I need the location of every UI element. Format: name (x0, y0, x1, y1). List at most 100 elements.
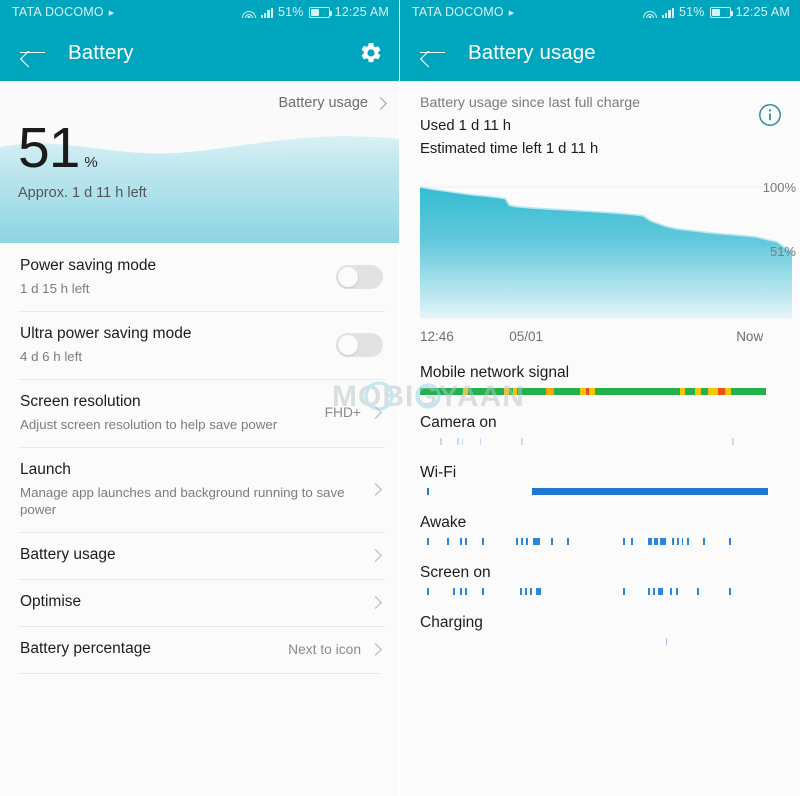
timeline-row: Charging (400, 605, 800, 645)
battery-percent-symbol: % (84, 154, 98, 171)
battery-percent-value: 51 (18, 116, 80, 180)
timeline-tick (658, 588, 664, 595)
timeline-tick (533, 538, 541, 545)
battery-percent-display: 51 % (18, 116, 98, 180)
timeline-label: Mobile network signal (420, 364, 570, 381)
settings-row-text: Ultra power saving mode 4 d 6 h left (20, 324, 336, 366)
info-icon[interactable] (758, 103, 782, 127)
battery-time-left: Approx. 1 d 11 h left (18, 185, 147, 201)
timeline-track (400, 588, 800, 595)
timeline-tick (566, 538, 569, 545)
timeline-tick (732, 438, 735, 445)
toggle-knob (338, 334, 358, 355)
settings-row[interactable]: Battery usage (0, 532, 399, 579)
timeline-label: Wi-Fi (420, 464, 457, 481)
chart-x-tick-label: 12:46 (420, 329, 454, 344)
timeline-tick (427, 488, 430, 495)
timeline-tick (530, 588, 532, 595)
settings-toggle[interactable] (336, 332, 383, 357)
toggle-knob (338, 266, 358, 287)
carrier-name-right: TATA DOCOMO (412, 5, 504, 19)
chevron-right-icon (369, 406, 382, 420)
page-title: Battery (68, 40, 134, 64)
battery-discharge-chart: 100% 51% 12:46 05/01 Now (400, 177, 800, 349)
timeline-segment (700, 388, 709, 395)
chart-y-label-top: 100% (763, 180, 797, 195)
timeline-tick (524, 588, 527, 595)
settings-toggle[interactable] (336, 264, 383, 289)
timeline-segment (546, 388, 554, 395)
timeline-tick (702, 538, 705, 545)
status-clock: 12:25 AM (334, 5, 389, 19)
timeline-tick (622, 538, 625, 545)
timeline-tick (550, 538, 553, 545)
timeline-label: Screen on (420, 564, 491, 581)
timeline-tick (479, 438, 481, 445)
settings-row-subtitle: 4 d 6 h left (20, 348, 83, 364)
timeline-tick (631, 538, 634, 545)
timeline-track (400, 388, 800, 395)
settings-row[interactable]: Power saving mode 1 d 15 h left (0, 243, 399, 311)
settings-row-title: Battery percentage (20, 640, 151, 658)
status-battery-percent-right: 51% (678, 5, 705, 19)
timeline-tick (521, 438, 524, 445)
timeline-tick (728, 538, 731, 545)
timeline-segment (594, 388, 681, 395)
carrier-label-group: TATA DOCOMO ▸ (12, 5, 115, 19)
chevron-right-icon (369, 483, 382, 496)
settings-row-subtitle: Adjust screen resolution to help save po… (20, 416, 278, 432)
timeline-tick (536, 588, 542, 595)
timeline-segment (553, 388, 580, 395)
timeline-segment (467, 388, 504, 395)
usage-estimate-line: Estimated time left 1 d 11 h (420, 141, 599, 157)
settings-row-text: Battery percentage (20, 639, 288, 660)
timeline-tick (653, 538, 659, 545)
settings-row[interactable]: Screen resolution Adjust screen resolutio… (0, 378, 399, 447)
timeline-tick (521, 538, 524, 545)
back-arrow-icon[interactable] (20, 43, 46, 63)
timeline-tick (452, 588, 455, 595)
timeline-tick (440, 438, 442, 445)
timeline-segment (531, 488, 768, 495)
timeline-tick (526, 538, 528, 545)
timeline-tick (647, 588, 650, 595)
battery-settings-screen: TATA DOCOMO ▸ 51% 12:25 AM Battery Batte… (0, 0, 400, 796)
status-clock-right: 12:25 AM (735, 5, 790, 19)
timeline-tick (675, 588, 678, 595)
settings-row-text: Power saving mode 1 d 15 h left (20, 256, 336, 298)
carrier-label-group-right: TATA DOCOMO ▸ (412, 5, 515, 19)
chart-y-label-current: 51% (770, 244, 796, 259)
timeline-tick (519, 588, 522, 595)
carrier-name: TATA DOCOMO (12, 5, 104, 19)
settings-row[interactable]: Optimise (0, 579, 399, 626)
settings-row[interactable]: Battery percentage Next to icon (0, 626, 399, 673)
timeline-tick (697, 588, 699, 595)
cellular-signal-icon (260, 7, 273, 18)
settings-row-title: Screen resolution (20, 392, 141, 410)
settings-row[interactable]: Launch Manage app launches and background… (0, 446, 399, 533)
timeline-segment (517, 388, 547, 395)
settings-row[interactable]: Ultra power saving mode 4 d 6 h left (0, 310, 399, 379)
timeline-label: Awake (420, 514, 467, 531)
timeline-tick (647, 538, 653, 545)
timeline-tick (669, 588, 672, 595)
wifi-icon-right (642, 7, 657, 18)
timeline-segment (684, 388, 696, 395)
gear-icon[interactable] (359, 41, 383, 65)
timeline-tick (515, 538, 518, 545)
timeline-tick (676, 538, 679, 545)
timeline-tick (672, 538, 675, 545)
back-arrow-icon-right[interactable] (420, 43, 446, 63)
settings-row-text: Screen resolution Adjust screen resolutio… (20, 392, 325, 434)
hero-battery-usage-link[interactable]: Battery usage (279, 95, 387, 111)
timeline-label: Charging (420, 614, 483, 631)
status-battery-percent: 51% (277, 5, 304, 19)
timeline-row: Wi-Fi (400, 455, 800, 495)
settings-row-text: Launch Manage app launches and background… (20, 460, 371, 520)
battery-settings-list: Power saving mode 1 d 15 h left Ultra powe… (0, 243, 399, 674)
settings-row-title: Optimise (20, 593, 82, 611)
settings-row-text: Battery usage (20, 545, 371, 566)
timeline-label: Camera on (420, 414, 497, 431)
timeline-segment (730, 388, 766, 395)
timeline-segment (717, 388, 726, 395)
